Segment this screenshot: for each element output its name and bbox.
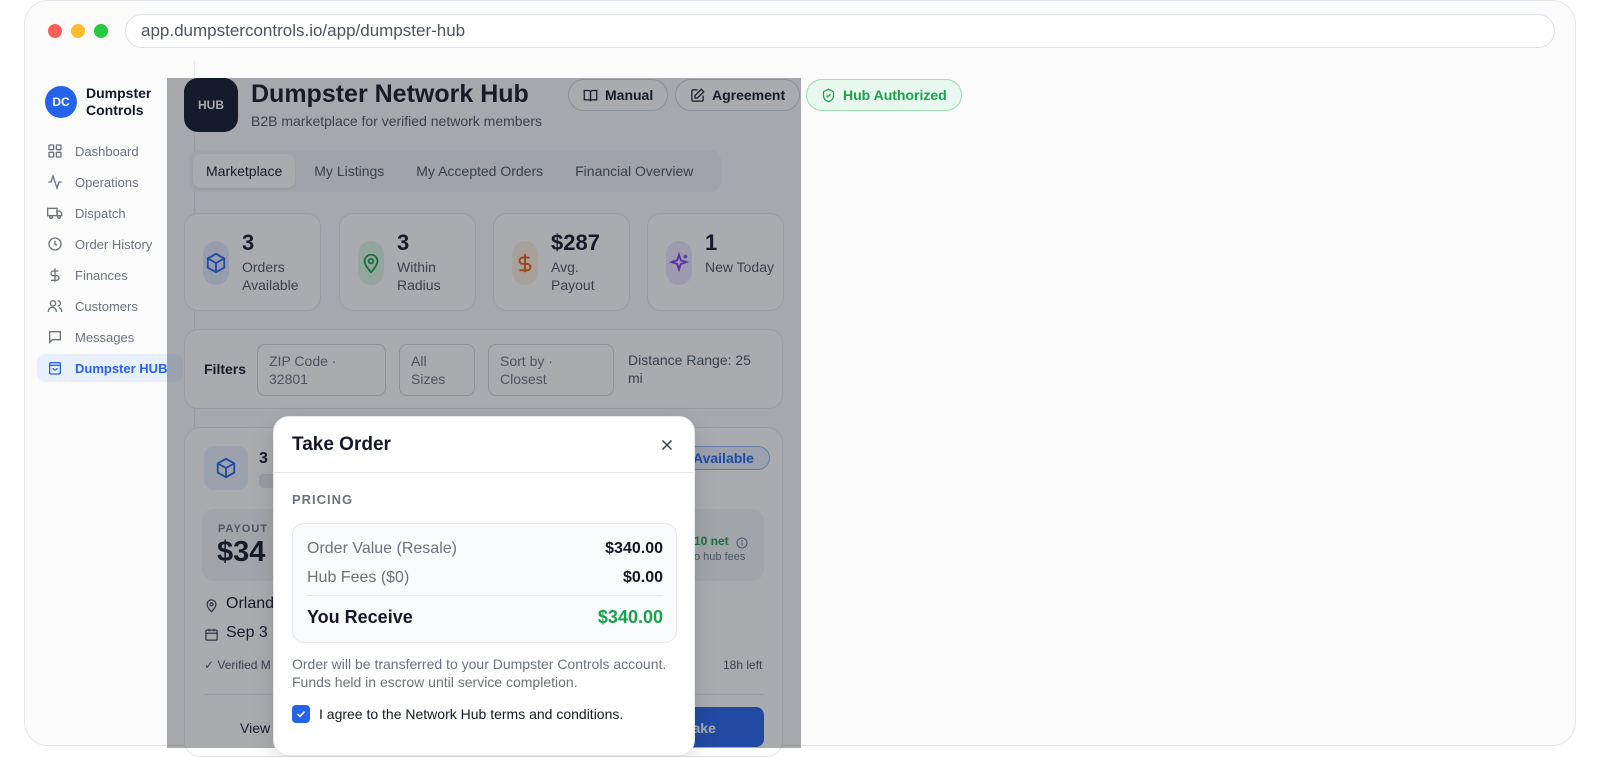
- close-icon[interactable]: [658, 436, 676, 454]
- pricing-divider: [307, 595, 663, 596]
- bag-icon: [49, 362, 61, 375]
- sidebar-item-dashboard[interactable]: Dashboard: [37, 137, 183, 165]
- brand-name: Dumpster Controls: [86, 85, 152, 118]
- shield-check-icon: [822, 88, 835, 102]
- transfer-note: Order will be transferred to your Dumpst…: [292, 656, 667, 690]
- sidebar-item-customers[interactable]: Customers: [37, 292, 183, 320]
- check-icon: [296, 710, 306, 718]
- agree-label[interactable]: I agree to the Network Hub terms and con…: [319, 706, 623, 722]
- brand[interactable]: DC Dumpster Controls: [45, 85, 166, 119]
- brand-logo: DC: [45, 86, 77, 118]
- order-value-label: Order Value (Resale): [307, 540, 457, 557]
- dollar-icon: [50, 268, 60, 282]
- browser-topbar: app.dumpstercontrols.io/app/dumpster-hub: [25, 1, 1575, 59]
- hub-fees-value: $0.00: [622, 569, 663, 586]
- truck-icon: [47, 207, 63, 219]
- sidebar-item-label: Operations: [75, 174, 139, 190]
- sidebar-item-order-history[interactable]: Order History: [37, 230, 183, 258]
- sidebar-item-finances[interactable]: Finances: [37, 261, 183, 289]
- you-receive-value: $340.00: [597, 607, 663, 627]
- sidebar-item-messages[interactable]: Messages: [37, 323, 183, 351]
- users-icon: [47, 300, 63, 312]
- address-bar[interactable]: app.dumpstercontrols.io/app/dumpster-hub: [125, 14, 1555, 48]
- maximize-window-button[interactable]: [94, 24, 108, 38]
- sidebar-item-operations[interactable]: Operations: [37, 168, 183, 196]
- hub-fees-label: Hub Fees ($0): [307, 569, 410, 586]
- order-value-row: Order Value (Resale) $340.00: [307, 540, 663, 558]
- hub-authorized-label: Hub Authorized: [843, 87, 947, 103]
- pricing-box: Order Value (Resale) $340.00 Hub Fees ($…: [292, 523, 677, 643]
- activity-icon: [48, 174, 62, 190]
- hub-authorized-badge: Hub Authorized: [806, 79, 962, 111]
- modal-title: Take Order: [292, 434, 391, 455]
- take-order-modal: Take Order PRICING Order Value (Resale) …: [273, 416, 695, 756]
- pricing-section-label: PRICING: [292, 492, 354, 507]
- close-window-button[interactable]: [48, 24, 62, 38]
- sidebar-item-dumpster-hub[interactable]: Dumpster HUB: [37, 354, 183, 382]
- sidebar-item-label: Dispatch: [75, 205, 126, 221]
- sidebar-item-label: Messages: [75, 329, 135, 345]
- sidebar-item-label: Dashboard: [75, 143, 139, 159]
- clock-icon: [48, 237, 62, 251]
- sidebar-item-label: Order History: [75, 236, 153, 252]
- sidebar-item-label: Customers: [75, 298, 138, 314]
- you-receive-label: You Receive: [307, 607, 413, 627]
- message-icon: [49, 331, 61, 344]
- sidebar-item-dispatch[interactable]: Dispatch: [37, 199, 183, 227]
- agree-checkbox[interactable]: [292, 705, 310, 723]
- order-value: $340.00: [605, 540, 663, 557]
- sidebar-nav: Dashboard Operations Dispatch Order Hist…: [37, 137, 183, 385]
- sidebar-item-label: Dumpster HUB: [75, 360, 168, 376]
- modal-divider: [274, 472, 694, 473]
- minimize-window-button[interactable]: [71, 24, 85, 38]
- you-receive-row: You Receive $340.00: [307, 607, 663, 628]
- grid-icon: [48, 144, 62, 158]
- sidebar-item-label: Finances: [75, 267, 128, 283]
- hub-fees-row: Hub Fees ($0) $0.00: [307, 569, 663, 587]
